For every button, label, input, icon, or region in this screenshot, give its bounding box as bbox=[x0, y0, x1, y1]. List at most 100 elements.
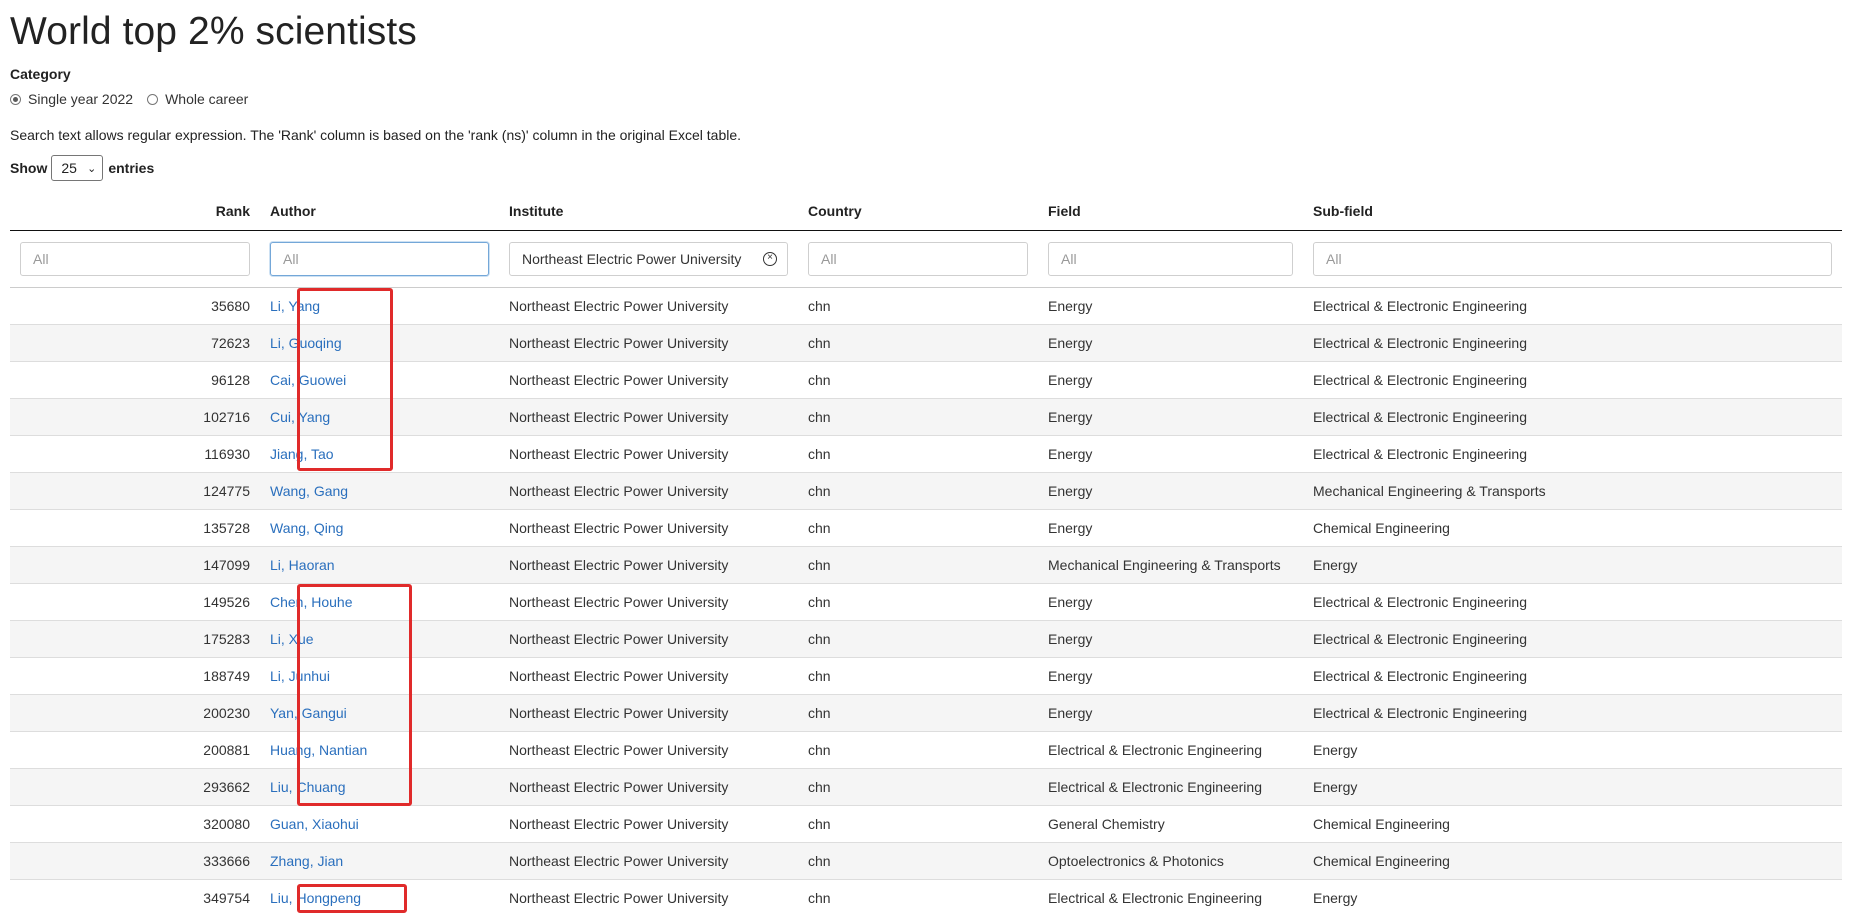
table-row: 102716Cui, YangNortheast Electric Power … bbox=[10, 399, 1842, 436]
rank-cell: 35680 bbox=[10, 288, 260, 325]
author-cell: Yan, Gangui bbox=[260, 695, 499, 732]
field-cell: Energy bbox=[1038, 288, 1303, 325]
subfield-cell: Electrical & Electronic Engineering bbox=[1303, 362, 1842, 399]
radio-single-year[interactable]: Single year 2022 bbox=[10, 91, 133, 107]
field-cell: Electrical & Electronic Engineering bbox=[1038, 769, 1303, 806]
institute-filter-input[interactable]: Northeast Electric Power University × bbox=[509, 242, 788, 276]
country-cell: chn bbox=[798, 436, 1038, 473]
entries-label: entries bbox=[108, 160, 154, 176]
rank-filter-input[interactable]: All bbox=[20, 242, 250, 276]
column-header-field[interactable]: Field bbox=[1038, 192, 1303, 231]
subfield-cell: Electrical & Electronic Engineering bbox=[1303, 288, 1842, 325]
rank-cell: 320080 bbox=[10, 806, 260, 843]
author-link[interactable]: Huang, Nantian bbox=[270, 742, 367, 758]
country-cell: chn bbox=[798, 362, 1038, 399]
country-cell: chn bbox=[798, 732, 1038, 769]
subfield-cell: Energy bbox=[1303, 732, 1842, 769]
rank-cell: 293662 bbox=[10, 769, 260, 806]
author-cell: Guan, Xiaohui bbox=[260, 806, 499, 843]
subfield-cell: Electrical & Electronic Engineering bbox=[1303, 399, 1842, 436]
institute-filter-value: Northeast Electric Power University bbox=[522, 251, 741, 267]
author-link[interactable]: Jiang, Tao bbox=[270, 446, 334, 462]
subfield-cell: Electrical & Electronic Engineering bbox=[1303, 325, 1842, 362]
author-link[interactable]: Liu, Hongpeng bbox=[270, 890, 361, 906]
page-length-control: Show 25 ⌄ entries bbox=[10, 155, 154, 181]
author-link[interactable]: Li, Xue bbox=[270, 631, 314, 647]
page-length-select[interactable]: 25 ⌄ bbox=[51, 155, 103, 181]
author-cell: Cai, Guowei bbox=[260, 362, 499, 399]
author-filter-input[interactable]: All bbox=[270, 242, 489, 276]
author-link[interactable]: Guan, Xiaohui bbox=[270, 816, 359, 832]
table-row: 188749 Li, Junhui Northeast Electric Power… bbox=[10, 658, 1842, 695]
field-filter-input[interactable]: All bbox=[1048, 242, 1293, 276]
author-cell: Cui, Yang bbox=[260, 399, 499, 436]
column-header-rank[interactable]: Rank bbox=[10, 192, 260, 231]
subfield-cell: Electrical & Electronic Engineering bbox=[1303, 621, 1842, 658]
country-filter-input[interactable]: All bbox=[808, 242, 1028, 276]
subfield-cell: Energy bbox=[1303, 880, 1842, 916]
subfield-cell: Mechanical Engineering & Transports bbox=[1303, 473, 1842, 510]
author-cell: Liu, Hongpeng bbox=[260, 880, 499, 916]
column-header-country[interactable]: Country bbox=[798, 192, 1038, 231]
rank-cell: 200881 bbox=[10, 732, 260, 769]
rank-cell: 188749 bbox=[10, 658, 260, 695]
author-cell: Li, Guoqing bbox=[260, 325, 499, 362]
table-row: 349754Liu, HongpengNortheast Electric Po… bbox=[10, 880, 1842, 916]
category-radio-group: Single year 2022 Whole career bbox=[10, 91, 262, 107]
author-cell: Huang, Nantian bbox=[260, 732, 499, 769]
field-cell: General Chemistry bbox=[1038, 806, 1303, 843]
search-hint: Search text allows regular expression. T… bbox=[10, 127, 741, 143]
field-cell: Energy bbox=[1038, 325, 1303, 362]
rank-cell: 102716 bbox=[10, 399, 260, 436]
country-cell: chn bbox=[798, 473, 1038, 510]
subfield-cell: Electrical & Electronic Engineering bbox=[1303, 695, 1842, 732]
subfield-filter-input[interactable]: All bbox=[1313, 242, 1832, 276]
country-cell: chn bbox=[798, 584, 1038, 621]
institute-cell: Northeast Electric Power University bbox=[499, 658, 798, 695]
author-cell: Zhang, Jian bbox=[260, 843, 499, 880]
institute-cell: Northeast Electric Power University bbox=[499, 732, 798, 769]
rank-cell: 147099 bbox=[10, 547, 260, 584]
subfield-cell: Chemical Engineering bbox=[1303, 806, 1842, 843]
column-header-subfield[interactable]: Sub-field bbox=[1303, 192, 1842, 231]
author-link[interactable]: Wang, Gang bbox=[270, 483, 348, 499]
author-link[interactable]: Wang, Qing bbox=[270, 520, 343, 536]
author-link[interactable]: Li, Junhui bbox=[270, 668, 330, 684]
table-row: 72623Li, GuoqingNortheast Electric Power… bbox=[10, 325, 1842, 362]
author-link[interactable]: Yan, Gangui bbox=[270, 705, 347, 721]
radio-button[interactable] bbox=[147, 94, 158, 105]
field-cell: Energy bbox=[1038, 399, 1303, 436]
subfield-cell: Electrical & Electronic Engineering bbox=[1303, 436, 1842, 473]
field-cell: Energy bbox=[1038, 362, 1303, 399]
clear-icon[interactable]: × bbox=[763, 252, 777, 266]
radio-button-selected[interactable] bbox=[10, 94, 21, 105]
author-link[interactable]: Liu, Chuang bbox=[270, 779, 346, 795]
author-link[interactable]: Chen, Houhe bbox=[270, 594, 353, 610]
author-link[interactable]: Zhang, Jian bbox=[270, 853, 343, 869]
column-header-institute[interactable]: Institute bbox=[499, 192, 798, 231]
country-cell: chn bbox=[798, 880, 1038, 916]
field-cell: Energy bbox=[1038, 510, 1303, 547]
author-link[interactable]: Cui, Yang bbox=[270, 409, 330, 425]
table-row: 175283Li, XueNortheast Electric Power Un… bbox=[10, 621, 1842, 658]
institute-cell: Northeast Electric Power University bbox=[499, 695, 798, 732]
table-row: 149526Chen, HouheNortheast Electric Powe… bbox=[10, 584, 1842, 621]
institute-cell: Northeast Electric Power University bbox=[499, 288, 798, 325]
rank-cell: 135728 bbox=[10, 510, 260, 547]
field-cell: Optoelectronics & Photonics bbox=[1038, 843, 1303, 880]
field-cell: Energy bbox=[1038, 658, 1303, 695]
author-link[interactable]: Cai, Guowei bbox=[270, 372, 346, 388]
author-link[interactable]: Li, Yang bbox=[270, 298, 320, 314]
rank-cell: 200230 bbox=[10, 695, 260, 732]
institute-cell: Northeast Electric Power University bbox=[499, 436, 798, 473]
page-title: World top 2% scientists bbox=[10, 10, 417, 54]
institute-cell: Northeast Electric Power University bbox=[499, 362, 798, 399]
table-row: 124775Wang, GangNortheast Electric Power… bbox=[10, 473, 1842, 510]
field-cell: Energy bbox=[1038, 473, 1303, 510]
field-cell: Electrical & Electronic Engineering bbox=[1038, 732, 1303, 769]
country-cell: chn bbox=[798, 769, 1038, 806]
author-link[interactable]: Li, Guoqing bbox=[270, 335, 342, 351]
author-link[interactable]: Li, Haoran bbox=[270, 557, 335, 573]
radio-whole-career[interactable]: Whole career bbox=[147, 91, 248, 107]
column-header-author[interactable]: Author bbox=[260, 192, 499, 231]
